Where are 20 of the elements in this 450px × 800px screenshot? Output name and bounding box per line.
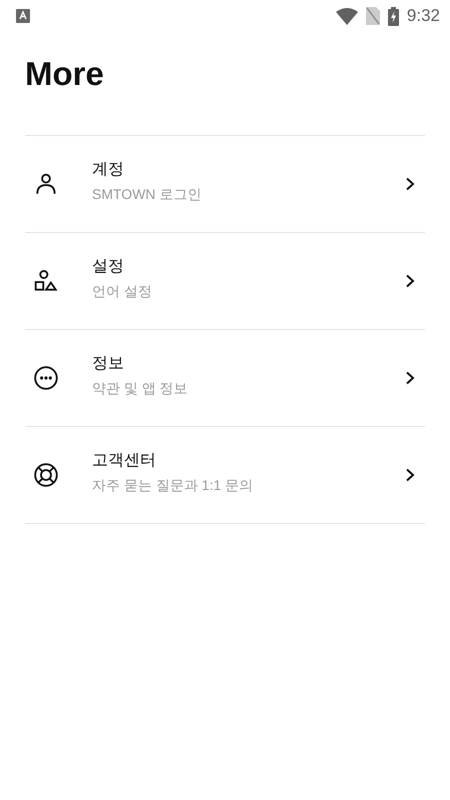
- more-icon: [33, 365, 59, 391]
- page-title: More: [25, 54, 105, 94]
- menu-item[interactable]: 고객센터 자주 묻는 질문과 1:1 문의: [25, 427, 425, 524]
- lifebuoy-icon: [33, 462, 59, 488]
- keyboard-notification-icon: [16, 9, 30, 23]
- menu-item-subtitle: 언어 설정: [92, 282, 153, 300]
- menu-item-title: 정보: [92, 354, 125, 374]
- menu-item-title: 고객센터: [92, 450, 157, 470]
- wifi-icon: [336, 7, 358, 25]
- battery-charging-icon: [388, 6, 399, 26]
- no-sim-icon: [366, 7, 380, 25]
- menu-item[interactable]: 설정 언어 설정: [25, 233, 425, 330]
- menu-item[interactable]: 계정 SMTOWN 로그인: [25, 136, 425, 233]
- menu-item-subtitle: 자주 묻는 질문과 1:1 문의: [92, 476, 254, 494]
- menu-item-subtitle: 약관 및 앱 정보: [92, 380, 189, 398]
- menu-item-title: 설정: [92, 256, 125, 276]
- menu-item-title: 계정: [92, 160, 125, 180]
- menu-item[interactable]: 정보 약관 및 앱 정보: [25, 330, 425, 427]
- clock-time: 9:32: [406, 6, 440, 26]
- menu-item-subtitle: SMTOWN 로그인: [92, 186, 202, 204]
